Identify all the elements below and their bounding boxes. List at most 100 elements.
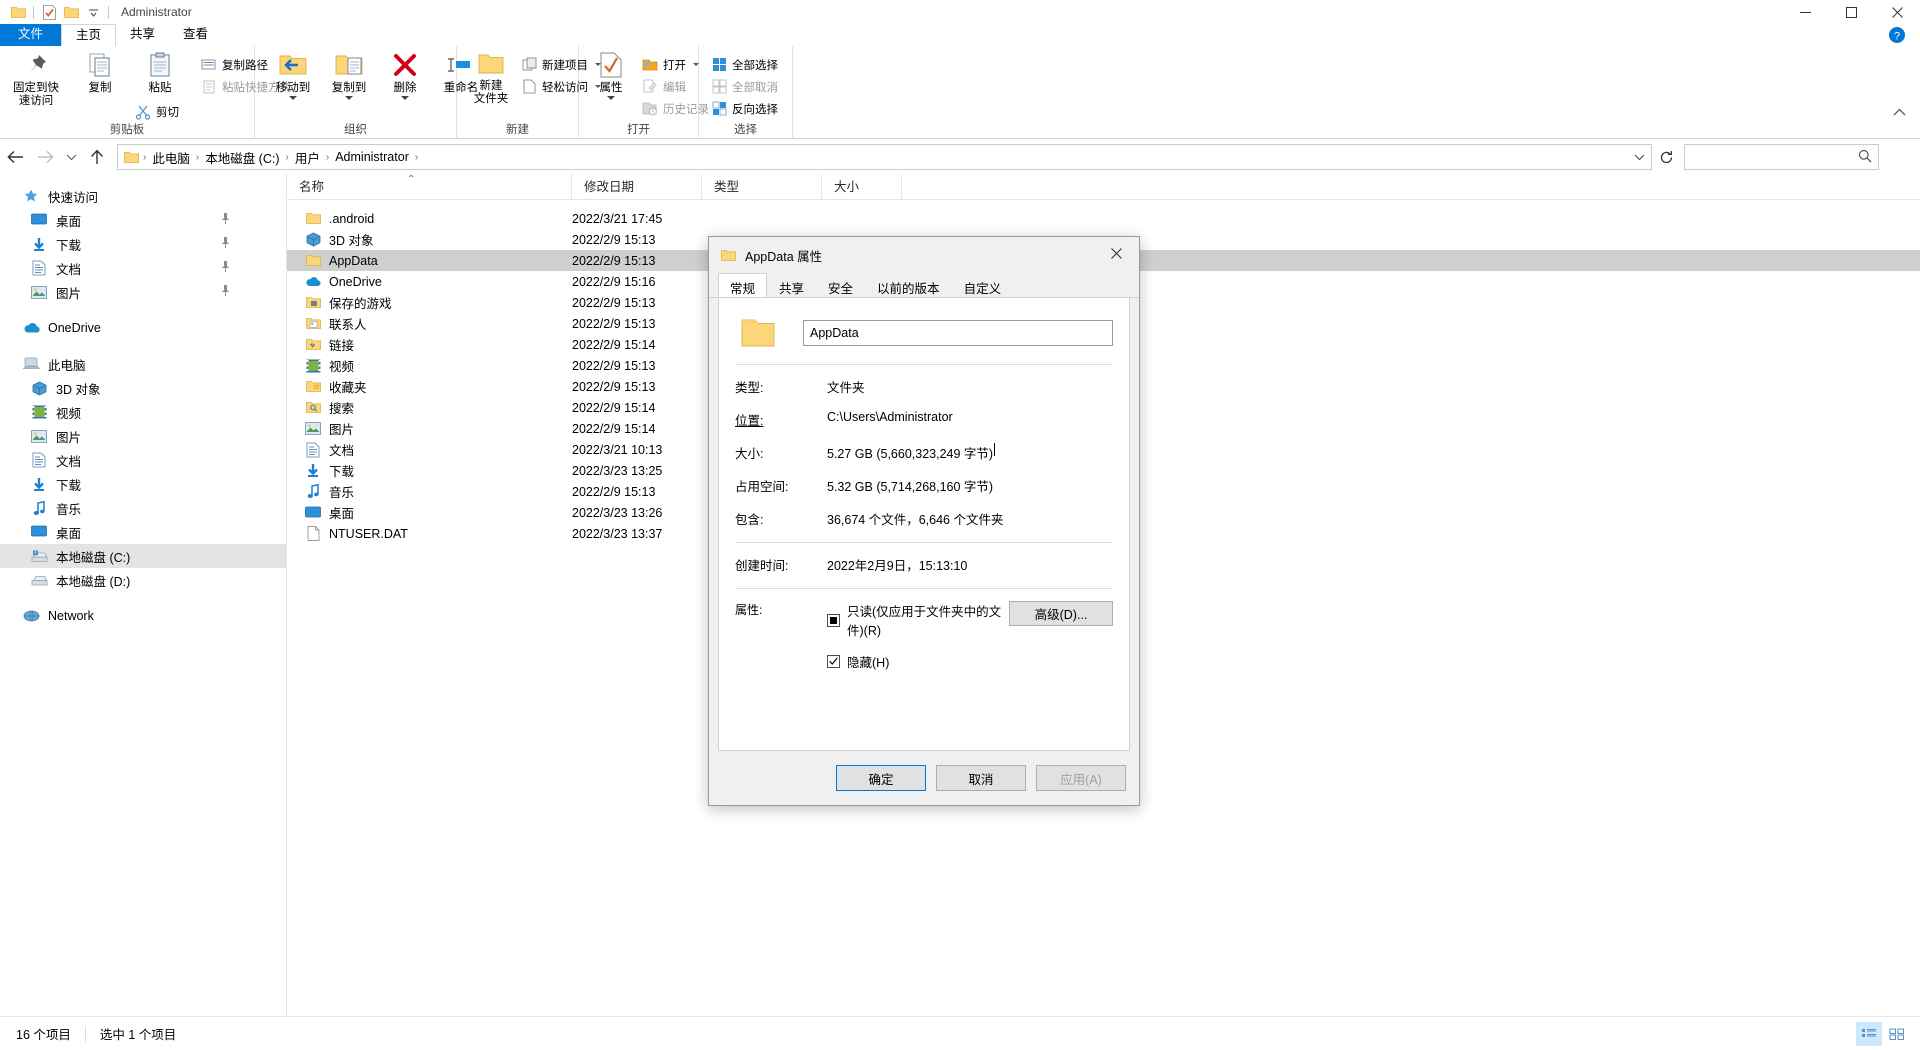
copy-button[interactable]: 复制: [72, 51, 128, 95]
tab-security[interactable]: 安全: [816, 273, 866, 297]
select-all-button[interactable]: 全部选择: [709, 55, 781, 74]
sidebar-item-3d-objects[interactable]: 3D 对象: [0, 376, 286, 400]
pin-icon-pictures[interactable]: [221, 285, 230, 299]
cut-button[interactable]: 剪切: [132, 102, 182, 121]
pin-icon-desktop[interactable]: [221, 213, 230, 227]
details-view-icon[interactable]: [1856, 1021, 1882, 1046]
breadcrumb-users[interactable]: 用户: [290, 146, 325, 169]
forward-arrow-icon[interactable]: [30, 142, 60, 172]
column-header-type[interactable]: 类型: [702, 173, 822, 200]
address-dropdown-caret-icon[interactable]: [1627, 150, 1651, 164]
delete-caret-icon[interactable]: [401, 96, 409, 100]
sidebar-item-pictures[interactable]: 图片: [0, 280, 286, 304]
breadcrumb-administrator[interactable]: Administrator: [330, 148, 414, 166]
sidebar-item-downloads[interactable]: 下载: [0, 232, 286, 256]
file-date-cell: 2022/2/9 15:13: [572, 232, 656, 247]
attributes-column: 只读(仅应用于文件夹中的文件)(R) 隐藏(H): [827, 601, 1009, 684]
customize-caret-icon[interactable]: [82, 1, 104, 23]
select-none-button[interactable]: 全部取消: [709, 77, 781, 96]
paste-button[interactable]: 粘贴: [132, 51, 188, 95]
dialog-close-button[interactable]: [1093, 237, 1139, 269]
network-icon: [22, 608, 40, 624]
breadcrumb-local-disk-c[interactable]: 本地磁盘 (C:): [200, 146, 284, 169]
properties-caret-icon[interactable]: [607, 96, 615, 100]
up-arrow-icon[interactable]: [82, 142, 112, 172]
sidebar-item-onedrive[interactable]: OneDrive: [0, 316, 286, 340]
file-name-cell: 音乐: [287, 482, 572, 501]
sidebar-item-this-pc[interactable]: 此电脑: [0, 352, 286, 376]
file-date-cell: 2022/3/21 17:45: [572, 211, 663, 226]
column-header-name[interactable]: 名称: [287, 173, 572, 200]
ok-button[interactable]: 确定: [836, 765, 926, 791]
properties-check-icon[interactable]: [38, 1, 60, 23]
new-folder-button[interactable]: 新建 文件夹: [463, 51, 519, 106]
properties-button[interactable]: 属性: [583, 51, 639, 100]
qat-divider: [33, 5, 34, 19]
close-button[interactable]: [1874, 0, 1920, 24]
sidebar-label-onedrive: OneDrive: [48, 321, 101, 335]
invert-selection-button[interactable]: 反向选择: [709, 99, 781, 118]
sidebar-item-documents[interactable]: 文档: [0, 256, 286, 280]
sidebar-item-local-disk-c[interactable]: 本地磁盘 (C:): [0, 544, 286, 568]
sidebar-item-desktop-2[interactable]: 桌面: [0, 520, 286, 544]
sidebar-item-network[interactable]: Network: [0, 604, 286, 628]
sidebar-item-local-disk-d[interactable]: 本地磁盘 (D:): [0, 568, 286, 592]
column-header-date[interactable]: 修改日期: [572, 173, 702, 200]
recent-locations-caret-icon[interactable]: [60, 142, 82, 172]
tab-customize[interactable]: 自定义: [951, 273, 1014, 297]
cancel-button[interactable]: 取消: [936, 765, 1026, 791]
open-button[interactable]: 打开: [639, 55, 702, 74]
address-bar[interactable]: › 此电脑 › 本地磁盘 (C:) › 用户 › Administrator ›: [117, 144, 1652, 170]
label-type: 类型:: [735, 381, 764, 395]
pin-icon-downloads[interactable]: [221, 237, 230, 251]
sidebar-item-downloads-2[interactable]: 下载: [0, 472, 286, 496]
sidebar-label-documents-2: 文档: [56, 454, 82, 469]
folder-name-input[interactable]: [803, 320, 1113, 346]
move-to-button[interactable]: 移动到: [265, 51, 321, 100]
search-input[interactable]: [1684, 144, 1879, 170]
tab-general[interactable]: 常规: [718, 273, 768, 297]
crumb-separator-4[interactable]: ›: [414, 152, 419, 163]
readonly-checkbox[interactable]: [827, 613, 840, 627]
folder-icon: [305, 211, 321, 227]
sidebar-item-pictures-2[interactable]: 图片: [0, 424, 286, 448]
copy-to-caret-icon[interactable]: [345, 96, 353, 100]
cut-label: 剪切: [156, 106, 179, 119]
edit-button[interactable]: 编辑: [639, 77, 689, 96]
table-row[interactable]: .android 2022/3/21 17:45: [287, 208, 1920, 229]
sidebar-item-documents-2[interactable]: 文档: [0, 448, 286, 472]
pin-to-quick-access-button[interactable]: 固定到快 速访问: [6, 51, 66, 108]
tab-view[interactable]: 查看: [169, 24, 222, 46]
refresh-icon[interactable]: [1652, 144, 1680, 170]
pin-icon-documents[interactable]: [221, 261, 230, 275]
breadcrumb-this-pc[interactable]: 此电脑: [147, 146, 195, 169]
move-to-caret-icon[interactable]: [289, 96, 297, 100]
sidebar-item-desktop[interactable]: 桌面: [0, 208, 286, 232]
large-icons-view-icon[interactable]: [1884, 1022, 1910, 1046]
delete-button[interactable]: 删除: [377, 51, 433, 100]
tab-home[interactable]: 主页: [61, 24, 117, 46]
collapse-ribbon-caret-icon[interactable]: [1893, 106, 1906, 120]
hidden-checkbox[interactable]: [827, 655, 840, 668]
maximize-button[interactable]: [1828, 0, 1874, 24]
column-header-size[interactable]: 大小: [822, 173, 902, 200]
file-name-text: .android: [329, 211, 375, 226]
sidebar-item-videos[interactable]: 视频: [0, 400, 286, 424]
readonly-checkbox-row[interactable]: 只读(仅应用于文件夹中的文件)(R): [827, 601, 1009, 639]
sidebar-item-music[interactable]: 音乐: [0, 496, 286, 520]
advanced-button[interactable]: 高级(D)...: [1009, 601, 1113, 626]
help-question-icon[interactable]: ?: [1888, 26, 1906, 44]
new-folder-icon[interactable]: [60, 1, 82, 23]
downloads-icon: [30, 476, 48, 492]
tab-share[interactable]: 共享: [116, 24, 169, 46]
hidden-checkbox-row[interactable]: 隐藏(H): [827, 652, 1009, 671]
search-icon[interactable]: [1858, 149, 1872, 166]
copy-to-button[interactable]: 复制到: [321, 51, 377, 100]
tab-previous-versions[interactable]: 以前的版本: [865, 273, 952, 297]
minimize-button[interactable]: [1782, 0, 1828, 24]
sidebar-item-quick-access[interactable]: 快速访问: [0, 184, 286, 208]
tab-sharing[interactable]: 共享: [767, 273, 817, 297]
tab-file[interactable]: 文件: [0, 24, 62, 46]
apply-button[interactable]: 应用(A): [1036, 765, 1126, 791]
back-arrow-icon[interactable]: [0, 142, 30, 172]
